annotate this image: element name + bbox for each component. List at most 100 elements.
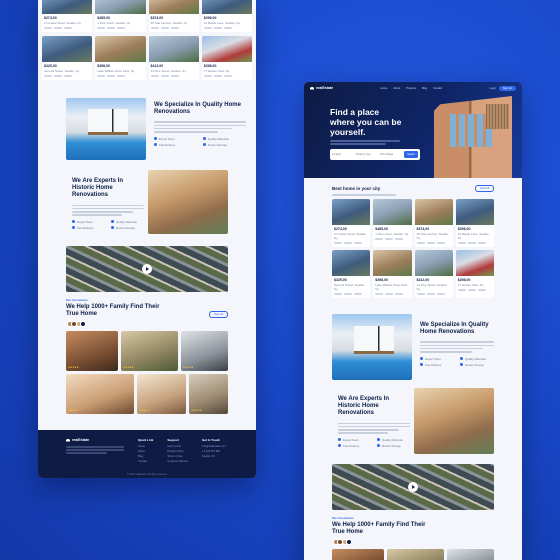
footer-link[interactable]: Help Center <box>167 445 188 448</box>
listing-card[interactable]: $274,00 2 Lumber Road, Seattle, Ny <box>332 198 371 247</box>
nav-home[interactable]: Home <box>380 87 387 90</box>
pool-house-image <box>66 98 146 160</box>
listing-card[interactable]: $398,00 Lake William Drive Park, Ny <box>373 249 412 298</box>
video-banner[interactable] <box>66 246 228 292</box>
feature-item: Modern Design <box>203 143 246 147</box>
pool-house-image <box>332 314 412 380</box>
specialize-title: We Specialize In Quality Home Renovation… <box>154 102 241 116</box>
play-icon[interactable] <box>408 482 418 492</box>
mockup-right: realEstate Home About Property Blog Cont… <box>304 82 522 560</box>
signup-button[interactable]: Sign Up <box>498 85 516 91</box>
experts-title: We Are Experts In Historic Home Renovati… <box>72 178 124 199</box>
nav-property[interactable]: Property <box>406 87 416 90</box>
type-field[interactable]: Property Type <box>356 153 377 156</box>
avatar-group <box>332 539 494 546</box>
hero: realEstate Home About Property Blog Cont… <box>304 82 522 178</box>
family-photo <box>120 331 178 372</box>
feature-item: Quality Materials <box>203 137 246 141</box>
video-banner[interactable] <box>332 464 494 510</box>
logo[interactable]: realEstate <box>310 86 333 90</box>
family-photo <box>446 549 494 560</box>
experts-title: We Are Experts In Historic Home Renovati… <box>338 396 390 417</box>
copyright: © 2023 realEstate. All rights reserved. <box>126 473 168 476</box>
feature-item: Modern Design <box>460 363 494 367</box>
family-tag: Our Customers <box>332 516 354 520</box>
listing-card[interactable]: $298,00 77 Harbor View, Ny <box>201 36 252 80</box>
family-photo <box>386 549 444 560</box>
feature-item: Quality Materials <box>377 438 410 442</box>
specialize-section: We Specialize In Quality Home Renovation… <box>38 98 256 160</box>
footer-link[interactable]: Customer Service <box>167 460 188 463</box>
footer: realEstate Quick Link Home About Blog Co… <box>38 430 256 478</box>
specialize-title: We Specialize In Quality Home Renovation… <box>420 322 489 336</box>
listing-card[interactable]: $296,00 12 Maple Lane, Seattle, Ny <box>201 0 252 32</box>
nav-about[interactable]: About <box>393 87 400 90</box>
family-title: We Help 1000+ Family Find Their True Hom… <box>332 522 426 536</box>
family-tag: Our Customers <box>66 298 88 302</box>
listings-grid-top: $274,00 2 Lumber Road, Seattle, Ny $485,0… <box>38 0 256 80</box>
experts-text <box>72 204 144 216</box>
listing-card[interactable]: $296,00 12 Maple Lane, Seattle, Ny <box>455 198 494 247</box>
experts-section: We Are Experts In Historic Home Renovati… <box>38 170 256 236</box>
nav-blog[interactable]: Blog <box>422 87 427 90</box>
mockup-left: $274,00 2 Lumber Road, Seattle, Ny $485,0… <box>38 0 256 478</box>
location-field[interactable]: Location <box>332 153 353 156</box>
listing-card[interactable]: $325,00 Second Street, Seattle, Ny <box>332 249 371 298</box>
footer-link[interactable]: Terms of Use <box>167 455 188 458</box>
hero-title: Find a place where you can be yourself. <box>330 107 402 138</box>
footer-link[interactable]: +1 234 567 890 <box>202 450 226 453</box>
family-photo <box>189 374 228 415</box>
listing-card[interactable]: $485,00 1 Pine Court, Seattle, Ny <box>373 198 412 247</box>
family-photo <box>66 331 118 372</box>
townhouses-image <box>414 388 494 454</box>
footer-link[interactable]: Seattle, NY <box>202 455 226 458</box>
feature-item: Fast Delivery <box>338 444 371 448</box>
listing-card[interactable]: $274,00 2 Lumber Road, Seattle, Ny <box>42 0 93 32</box>
play-icon[interactable] <box>142 264 152 274</box>
footer-link[interactable]: About <box>138 450 153 453</box>
footer-link[interactable]: Home <box>138 445 153 448</box>
listing-card[interactable]: $485,00 1 Pine Court, Seattle, Ny <box>95 0 146 32</box>
view-all-button[interactable]: View All <box>474 185 494 192</box>
footer-col: Get In Touch info@realestate.com +1 234 … <box>201 438 226 458</box>
footer-col: Support Help Center Privacy Policy Terms… <box>167 438 188 463</box>
experts-section: We Are Experts In Historic Home Renovati… <box>304 388 522 454</box>
family-photo <box>137 374 186 415</box>
listing-card[interactable]: $412,00 14 Pine Street, Seattle, Ny <box>414 249 453 298</box>
hero-building-image <box>434 96 512 178</box>
footer-col: Quick Link Home About Blog Contact <box>138 438 154 463</box>
footer-link[interactable]: Blog <box>138 455 153 458</box>
listing-card[interactable]: $298,00 77 Harbor View, Ny <box>455 249 494 298</box>
search-button[interactable]: Search <box>404 151 418 158</box>
family-section: Our Customers We Help 1000+ Family Find … <box>304 516 522 560</box>
listing-card[interactable]: $374,00 45 Oak Avenue, Seattle, Ny <box>414 198 453 247</box>
footer-link[interactable]: info@realestate.com <box>202 445 226 448</box>
avatar-group <box>66 321 228 328</box>
price-field[interactable]: Price Range <box>380 153 401 156</box>
listing-card[interactable]: $374,00 45 Oak Avenue, Seattle, Ny <box>148 0 199 32</box>
footer-link[interactable]: Privacy Policy <box>167 450 188 453</box>
townhouses-image <box>148 170 228 234</box>
feature-item: Expert Team <box>338 438 371 442</box>
feature-item: Modern Design <box>377 444 410 448</box>
footer-link[interactable]: Contact <box>138 460 153 463</box>
login-link[interactable]: Login <box>489 87 495 90</box>
best-homes-title: Best home in your city <box>332 185 381 191</box>
listing-card[interactable]: $325,00 Second Street, Seattle, Ny <box>42 36 93 80</box>
view-all-button[interactable]: View All <box>208 311 228 319</box>
search-bar: Location Property Type Price Range Searc… <box>330 149 420 160</box>
nav-contact[interactable]: Contact <box>433 87 442 90</box>
family-photo <box>180 331 228 372</box>
footer-logo[interactable]: realEstate <box>66 438 124 442</box>
specialize-section: We Specialize In Quality Home Renovation… <box>304 314 522 380</box>
feature-item: Expert Team <box>420 357 454 361</box>
listing-card[interactable]: $398,00 Lake William Drive Park, Ny <box>95 36 146 80</box>
feature-item: Modern Design <box>111 226 144 230</box>
specialize-text <box>154 121 246 133</box>
feature-item: Expert Team <box>72 220 105 224</box>
feature-item: Quality Materials <box>111 220 144 224</box>
best-homes-section: Best home in your city View All $274,00 2… <box>304 185 522 298</box>
family-title: We Help 1000+ Family Find Their True Hom… <box>66 304 160 318</box>
feature-item: Expert Team <box>154 137 197 141</box>
listing-card[interactable]: $412,00 14 Pine Street, Seattle, Ny <box>148 36 199 80</box>
